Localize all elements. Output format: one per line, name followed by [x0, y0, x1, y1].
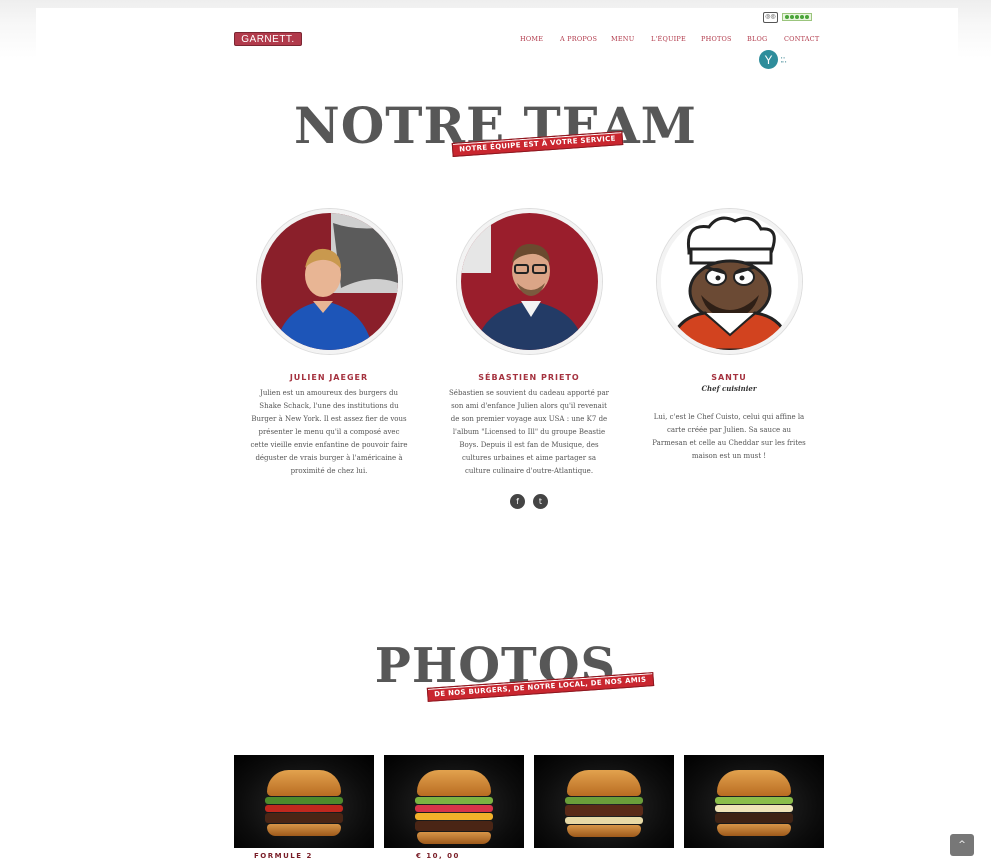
nav-blog[interactable]: BLOG	[747, 35, 767, 43]
tripadvisor-icon[interactable]: ◎◎	[763, 11, 778, 23]
nav-a-propos[interactable]: A PROPOS	[560, 35, 597, 43]
gallery-photo[interactable]	[534, 755, 674, 848]
gallery-photo[interactable]	[684, 755, 824, 848]
member-bio: Lui, c'est le Chef Cuisto, celui qui aff…	[652, 413, 806, 460]
gallery-caption-title: FORMULE 2	[254, 852, 313, 860]
gallery-photo[interactable]	[384, 755, 524, 848]
member-bio: Julien est un amoureux des burgers du Sh…	[250, 389, 408, 475]
rating-dots-icon	[782, 13, 812, 21]
nav-home[interactable]: HOME	[520, 35, 543, 43]
twitter-icon[interactable]: t	[533, 494, 548, 509]
sebastien-portrait-photo	[456, 209, 602, 354]
back-to-top-button[interactable]: ^	[950, 834, 974, 856]
burger-image	[265, 770, 343, 836]
nav-menu[interactable]: MENU	[611, 35, 634, 43]
team-member-sebastien: SÉBASTIEN PRIETO Sébastien se souvient d…	[449, 209, 609, 478]
santu-portrait-illustration	[656, 209, 802, 354]
team-member-santu: SANTU Chef cuisinier Lui, c'est le Chef …	[649, 209, 809, 463]
julien-portrait-photo	[256, 209, 402, 354]
member-name: SÉBASTIEN PRIETO	[478, 373, 580, 382]
review-badges[interactable]: ◎◎	[763, 11, 812, 23]
nav-photos[interactable]: PHOTOS	[701, 35, 732, 43]
nav-contact[interactable]: CONTACT	[784, 35, 819, 43]
facebook-icon[interactable]: f	[510, 494, 525, 509]
member-bio: Sébastien se souvient du cadeau apporté …	[449, 389, 609, 475]
member-social-links: f t	[510, 494, 548, 509]
burger-image	[565, 770, 643, 837]
partner-logos: Y ▪ ▪ ▪▪ ▪	[759, 50, 799, 69]
nav-equipe[interactable]: L'ÉQUIPE	[651, 35, 686, 43]
burger-image	[415, 770, 493, 844]
main-navigation: HOME A PROPOS MENU L'ÉQUIPE PHOTOS BLOG …	[0, 35, 991, 47]
partner-y-logo-icon[interactable]: Y	[759, 50, 778, 69]
member-name: JULIEN JAEGER	[289, 373, 369, 382]
photo-gallery	[234, 755, 824, 848]
burger-image	[715, 770, 793, 836]
gallery-photo[interactable]	[234, 755, 374, 848]
team-member-julien: JULIEN JAEGER Julien est un amoureux des…	[249, 209, 409, 478]
member-role: Chef cuisinier	[701, 384, 757, 393]
partner-small-logo-icon[interactable]: ▪ ▪ ▪▪ ▪	[781, 55, 799, 64]
gallery-caption-price: € 10, 00	[416, 852, 460, 860]
member-name: SANTU	[711, 373, 747, 382]
